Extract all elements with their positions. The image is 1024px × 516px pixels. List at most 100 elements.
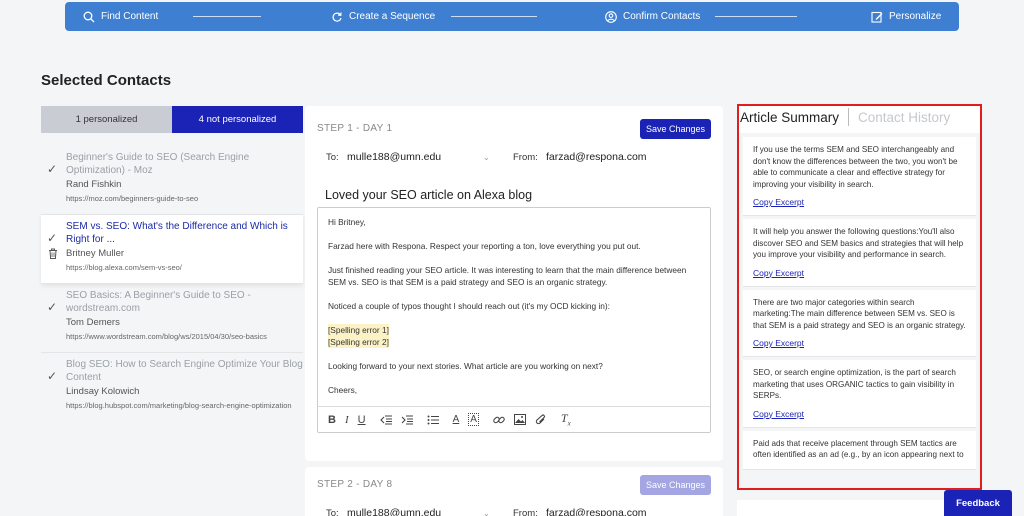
contact-article-title: Blog SEO: How to Search Engine Optimize … (66, 359, 303, 383)
tab-contact-history[interactable]: Contact History (858, 110, 950, 125)
image-icon[interactable] (513, 414, 526, 425)
list-item[interactable]: ✓ Beginner's Guide to SEO (Search Engine… (41, 146, 303, 215)
step-create-sequence[interactable]: Create a Sequence (331, 2, 435, 31)
tab-personalized[interactable]: 1 personalized (41, 106, 172, 133)
contact-author: Lindsay Kolowich (66, 386, 140, 397)
italic-icon[interactable]: I (345, 414, 349, 426)
spelling-error-placeholder: [Spelling error 2] (328, 336, 389, 348)
chevron-down-icon[interactable]: ⌄ (483, 509, 490, 516)
list-item-selected[interactable]: ✓ SEM vs. SEO: What's the Difference and… (41, 215, 303, 284)
contact-author: Britney Muller (66, 248, 125, 259)
underline-icon[interactable]: U (358, 414, 366, 426)
check-icon: ✓ (47, 369, 58, 383)
indent-icon[interactable] (401, 415, 413, 425)
contact-article-title: SEM vs. SEO: What's the Difference and W… (66, 221, 288, 245)
highlight-color-icon[interactable]: A (468, 413, 479, 426)
email-body-editor[interactable]: Hi Britney, Farzad here with Respona. Re… (317, 207, 711, 433)
save-changes-button[interactable]: Save Changes (640, 475, 711, 495)
article-summary-panel: Article Summary Contact History If you u… (737, 104, 982, 490)
copy-excerpt-link[interactable]: Copy Excerpt (753, 338, 968, 348)
step-connector (193, 16, 261, 17)
check-icon: ✓ (47, 162, 58, 176)
save-changes-button[interactable]: Save Changes (640, 119, 711, 139)
excerpt-text: SEO, or search engine optimization, is t… (753, 368, 956, 400)
check-icon: ✓ (47, 300, 58, 314)
contact-url: https://blog.alexa.com/sem-vs-seo/ (66, 263, 182, 272)
email-step-card: STEP 2 - DAY 8 Save Changes To: mulle188… (305, 467, 723, 516)
step-label: Personalize (889, 11, 942, 22)
list-item: Paid ads that receive placement through … (743, 430, 976, 470)
email-paragraph: Farzad here with Respona. Respect your r… (328, 241, 641, 251)
contact-list: ✓ Beginner's Guide to SEO (Search Engine… (41, 146, 303, 421)
step-find-content[interactable]: Find Content (83, 2, 158, 31)
step-day-label: STEP 2 - DAY 8 (317, 479, 393, 490)
contact-author: Rand Fishkin (66, 179, 122, 190)
email-paragraph: Just finished reading your SEO article. … (328, 265, 687, 287)
tab-not-personalized[interactable]: 4 not personalized (172, 106, 303, 133)
progress-stepper: Find Content Create a Sequence Confirm C… (65, 2, 959, 31)
list-item: It will help you answer the following qu… (743, 219, 976, 287)
copy-excerpt-link[interactable]: Copy Excerpt (753, 268, 968, 278)
copy-excerpt-link[interactable]: Copy Excerpt (753, 409, 968, 419)
trash-icon[interactable] (48, 246, 58, 264)
to-label: To: (326, 152, 339, 163)
chevron-down-icon[interactable]: ⌄ (483, 153, 490, 162)
list-item[interactable]: ✓ SEO Basics: A Beginner's Guide to SEO … (41, 284, 303, 353)
user-icon (605, 10, 617, 23)
list-item: If you use the terms SEM and SEO interch… (743, 137, 976, 216)
from-field[interactable]: farzad@respona.com (546, 507, 647, 516)
contact-article-title: Beginner's Guide to SEO (Search Engine O… (66, 152, 250, 176)
email-subject[interactable]: Loved your SEO article on Alexa blog (325, 188, 532, 202)
to-field[interactable]: mulle188@umn.edu (347, 507, 441, 516)
attachment-icon[interactable] (535, 414, 547, 426)
tab-divider (848, 108, 850, 126)
step-label: Create a Sequence (349, 11, 436, 22)
page-title: Selected Contacts (41, 72, 172, 89)
email-paragraph: Looking forward to your next stories. Wh… (328, 361, 603, 371)
contact-url: https://www.wordstream.com/blog/ws/2015/… (66, 332, 267, 341)
excerpt-text: Paid ads that receive placement through … (753, 438, 964, 460)
excerpt-text: There are two major categories within se… (753, 297, 966, 330)
from-field[interactable]: farzad@respona.com (546, 151, 647, 163)
bold-icon[interactable]: B (328, 414, 336, 426)
email-closing: Cheers, (328, 385, 358, 395)
step-label: Find Content (101, 11, 159, 22)
contact-url: https://blog.hubspot.com/marketing/blog-… (66, 401, 292, 410)
feedback-button[interactable]: Feedback (944, 490, 1012, 516)
outdent-icon[interactable] (379, 415, 392, 425)
step-personalize[interactable]: Personalize (871, 2, 941, 31)
clear-formatting-icon[interactable]: Tx (561, 411, 571, 427)
contact-article-title: SEO Basics: A Beginner's Guide to SEO - … (66, 290, 251, 314)
email-paragraph: Noticed a couple of typos thought I shou… (328, 301, 610, 311)
excerpt-list: If you use the terms SEM and SEO interch… (739, 133, 980, 488)
contact-url: https://moz.com/beginners-guide-to-seo (66, 194, 199, 203)
tab-article-summary[interactable]: Article Summary (740, 110, 839, 125)
email-step-card: STEP 1 - DAY 1 Save Changes To: mulle188… (305, 106, 723, 461)
list-item[interactable]: ✓ Blog SEO: How to Search Engine Optimiz… (41, 353, 303, 421)
to-field[interactable]: mulle188@umn.edu (347, 151, 441, 163)
from-label: From: (513, 508, 538, 516)
email-greeting: Hi Britney, (328, 217, 366, 227)
search-icon (83, 11, 95, 22)
step-day-label: STEP 1 - DAY 1 (317, 123, 393, 134)
list-item: There are two major categories within se… (743, 289, 976, 357)
spelling-error-placeholder: [Spelling error 1] (328, 324, 389, 336)
step-connector (451, 16, 537, 17)
step-confirm-contacts[interactable]: Confirm Contacts (605, 2, 700, 31)
link-icon[interactable] (493, 414, 505, 426)
refresh-icon (332, 11, 342, 22)
step-label: Confirm Contacts (623, 11, 701, 22)
check-icon: ✓ (47, 231, 58, 245)
to-label: To: (326, 508, 339, 516)
excerpt-text: It will help you answer the following qu… (753, 227, 964, 259)
contact-tabs: 1 personalized 4 not personalized (41, 106, 303, 133)
copy-excerpt-link[interactable]: Copy Excerpt (753, 197, 968, 207)
bullet-list-icon[interactable] (427, 415, 439, 425)
text-color-icon[interactable]: A (453, 414, 460, 425)
from-label: From: (513, 152, 538, 163)
excerpt-text: If you use the terms SEM and SEO interch… (753, 145, 958, 189)
contact-author: Tom Demers (66, 317, 120, 328)
panel-tabs: Article Summary Contact History (739, 106, 980, 128)
edit-icon (871, 11, 883, 23)
list-item: SEO, or search engine optimization, is t… (743, 360, 976, 428)
